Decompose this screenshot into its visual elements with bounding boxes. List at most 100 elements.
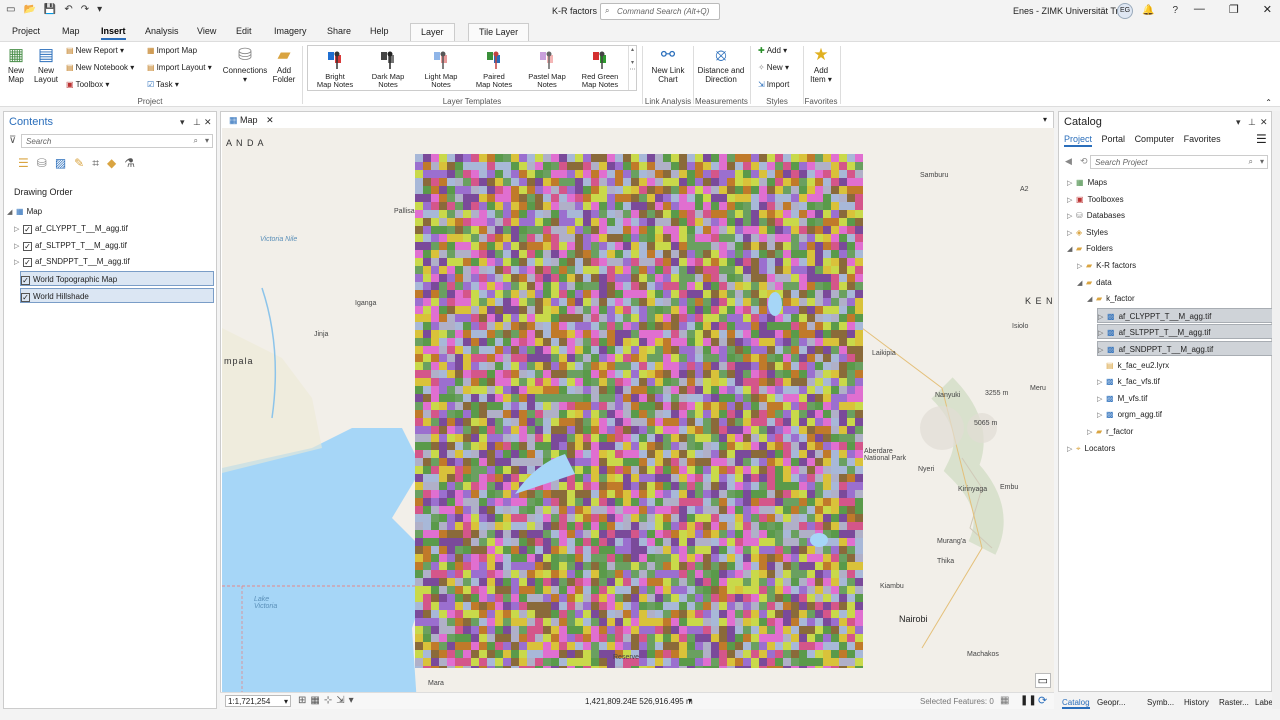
new-map-button[interactable]: ▦ New Map	[3, 45, 29, 84]
catalog-item[interactable]: ▷ ▩ k_fac_vfs.tif	[1097, 374, 1160, 389]
tab-insert[interactable]: Insert	[101, 26, 126, 40]
close-icon[interactable]: ✕	[1263, 3, 1272, 16]
pane-options-icon[interactable]: ▾	[1236, 117, 1241, 128]
chevron-down-icon[interactable]: ▾	[205, 136, 209, 145]
collapse-ribbon-icon[interactable]: ⌃	[1265, 98, 1272, 107]
collapse-arrow-icon[interactable]: ◢	[7, 205, 16, 220]
map-canvas[interactable]: A N D A Pallisa Iganga Jinja mpala K E N Sambu…	[222, 128, 1054, 704]
layer-row[interactable]: ✓ World Topographic Map	[20, 271, 214, 287]
layer-row[interactable]: ▷ ✓ af_SNDPPT_T__M_agg.tif	[14, 254, 194, 269]
layer-template-item[interactable]: Bright Map Notes	[309, 49, 361, 89]
task-button[interactable]: ☑ Task ▾	[147, 80, 179, 89]
tab-view[interactable]: View	[197, 26, 216, 36]
expand-arrow-icon[interactable]: ▷	[1067, 209, 1076, 224]
tab-options-icon[interactable]: ▾	[1043, 115, 1047, 124]
contents-search-input[interactable]: Search ⌕ ▾	[21, 134, 213, 148]
gallery-scroll[interactable]: ▴ ▾ ⋯	[628, 46, 636, 90]
visibility-checkbox[interactable]: ✓	[23, 241, 32, 251]
list-by-perspective-icon[interactable]: ⚗	[124, 156, 135, 171]
catalog-item[interactable]: ▷ ⛁ Databases	[1067, 208, 1125, 223]
catalog-item[interactable]: ◢ ▰ Folders	[1067, 241, 1113, 256]
tab-analysis[interactable]: Analysis	[145, 26, 179, 36]
snap-icon[interactable]: ⊹	[324, 695, 332, 706]
catalog-search-input[interactable]: Search Project ⌕ ▾	[1090, 155, 1268, 169]
visibility-checkbox[interactable]: ✓	[23, 258, 32, 268]
close-tab-icon[interactable]: ✕	[266, 115, 274, 125]
close-pane-icon[interactable]: ✕	[204, 117, 212, 128]
catalog-item[interactable]: ▤ k_fac_eu2.lyrx	[1097, 358, 1169, 373]
expand-arrow-icon[interactable]: ▷	[1067, 176, 1076, 191]
list-by-source-icon[interactable]: ⛁	[37, 156, 47, 171]
map-node[interactable]: ◢ ▦ Map	[7, 204, 42, 219]
expand-arrow-icon[interactable]: ▷	[1098, 343, 1107, 358]
chevron-down-icon[interactable]: ▾	[1260, 157, 1264, 166]
catalog-item[interactable]: ▷ ▣ Toolboxes	[1067, 192, 1124, 207]
table-icon[interactable]: ▦	[310, 695, 319, 706]
redo-icon[interactable]: ↷	[81, 4, 89, 15]
catalog-item[interactable]: ▷ ▩ af_SNDPPT_T__M_agg.tif	[1097, 341, 1273, 356]
tab-layer[interactable]: Layer	[410, 23, 455, 41]
back-icon[interactable]: ◀	[1065, 156, 1072, 167]
catalog-item[interactable]: ▷ ▩ orgm_agg.tif	[1097, 407, 1162, 422]
list-by-selection-icon[interactable]: ▨	[55, 156, 66, 171]
tab-imagery[interactable]: Imagery	[274, 26, 307, 36]
visibility-checkbox[interactable]: ✓	[21, 276, 30, 286]
expand-arrow-icon[interactable]: ▷	[14, 255, 23, 270]
catalog-tab-portal[interactable]: Portal	[1102, 134, 1126, 144]
expand-arrow-icon[interactable]: ▷	[1097, 392, 1106, 407]
list-by-drawing-order-icon[interactable]: ☰	[18, 156, 29, 171]
layer-templates-gallery[interactable]: ▴ ▾ ⋯ Bright Map Notes Dark Map Notes Light …	[307, 45, 637, 91]
list-by-labeling-icon[interactable]: ◆	[107, 156, 116, 171]
notification-icon[interactable]: 🔔	[1142, 5, 1154, 16]
catalog-item[interactable]: ▷ ▦ Maps	[1067, 175, 1107, 190]
navigate-icon[interactable]: ⇲	[336, 695, 344, 706]
layer-template-item[interactable]: Dark Map Notes	[362, 49, 414, 89]
command-search-input[interactable]: ⌕ Command Search (Alt+Q)	[600, 3, 720, 20]
tab-project[interactable]: Project	[12, 26, 40, 36]
bottom-tab[interactable]: History	[1184, 698, 1209, 707]
expand-arrow-icon[interactable]: ▷	[14, 222, 23, 237]
avatar[interactable]: EG	[1117, 3, 1133, 19]
list-by-editing-icon[interactable]: ✎	[74, 156, 84, 171]
user-name[interactable]: Enes - ZIMK Universität Trier	[1013, 6, 1129, 16]
layer-template-item[interactable]: Pastel Map Notes	[521, 49, 573, 89]
save-icon[interactable]: 💾	[44, 4, 56, 15]
layer-row[interactable]: ✓ World Hillshade	[20, 287, 214, 303]
list-by-snapping-icon[interactable]: ⌗	[92, 156, 99, 171]
catalog-item[interactable]: ◢ ▰ k_factor	[1087, 291, 1135, 306]
bottom-tab[interactable]: Catalog	[1062, 698, 1090, 709]
toolbox-button[interactable]: ▣ Toolbox ▾	[66, 80, 109, 89]
catalog-item[interactable]: ▷ ▩ M_vfs.tif	[1097, 391, 1147, 406]
tab-tile-layer[interactable]: Tile Layer	[468, 23, 530, 41]
expand-arrow-icon[interactable]: ▷	[1098, 310, 1107, 325]
chevron-down-icon[interactable]: ▾	[349, 695, 354, 706]
pane-options-icon[interactable]: ▾	[180, 117, 185, 128]
expand-arrow-icon[interactable]: ▷	[1077, 259, 1086, 274]
tab-share[interactable]: Share	[327, 26, 351, 36]
expand-arrow-icon[interactable]: ▷	[1098, 326, 1107, 341]
add-item-button[interactable]: ★ Add Item ▾	[806, 45, 836, 84]
window-scrollbar[interactable]	[1272, 111, 1280, 709]
collapse-arrow-icon[interactable]: ◢	[1067, 242, 1076, 257]
expand-arrow-icon[interactable]: ▷	[1097, 408, 1106, 423]
import-layout-button[interactable]: ▤ Import Layout ▾	[147, 63, 212, 72]
expand-arrow-icon[interactable]: ▷	[1097, 375, 1106, 390]
bottom-tab[interactable]: Geopr...	[1097, 698, 1125, 707]
collapse-arrow-icon[interactable]: ◢	[1077, 276, 1086, 291]
new-icon[interactable]: ▭	[6, 4, 15, 15]
catalog-item[interactable]: ▷ ▩ af_CLYPPT_T__M_agg.tif	[1097, 307, 1273, 325]
pin-icon[interactable]: ⊥	[193, 117, 201, 128]
refresh-icon[interactable]: ⟳	[1038, 694, 1047, 707]
close-pane-icon[interactable]: ✕	[1260, 117, 1268, 128]
new-report-button[interactable]: ▤ New Report ▾	[66, 46, 124, 55]
pin-icon[interactable]: ⊥	[1248, 117, 1256, 128]
chevron-down-icon[interactable]: ▾	[284, 696, 288, 707]
new-layout-button[interactable]: ▤ New Layout	[31, 45, 61, 84]
catalog-item[interactable]: ▷ ◈ Styles	[1067, 225, 1108, 240]
distance-direction-button[interactable]: ⦻ Distance and Direction	[695, 45, 747, 84]
catalog-item[interactable]: ▷ ▩ af_SLTPPT_T__M_agg.tif	[1097, 324, 1273, 341]
layer-template-item[interactable]: Red Green Map Notes	[574, 49, 626, 89]
expand-arrow-icon[interactable]: ▷	[1087, 425, 1096, 440]
layer-row[interactable]: ▷ ✓ af_CLYPPT_T__M_agg.tif	[14, 221, 194, 236]
connections-button[interactable]: ⛁ Connections ▾	[222, 45, 268, 84]
